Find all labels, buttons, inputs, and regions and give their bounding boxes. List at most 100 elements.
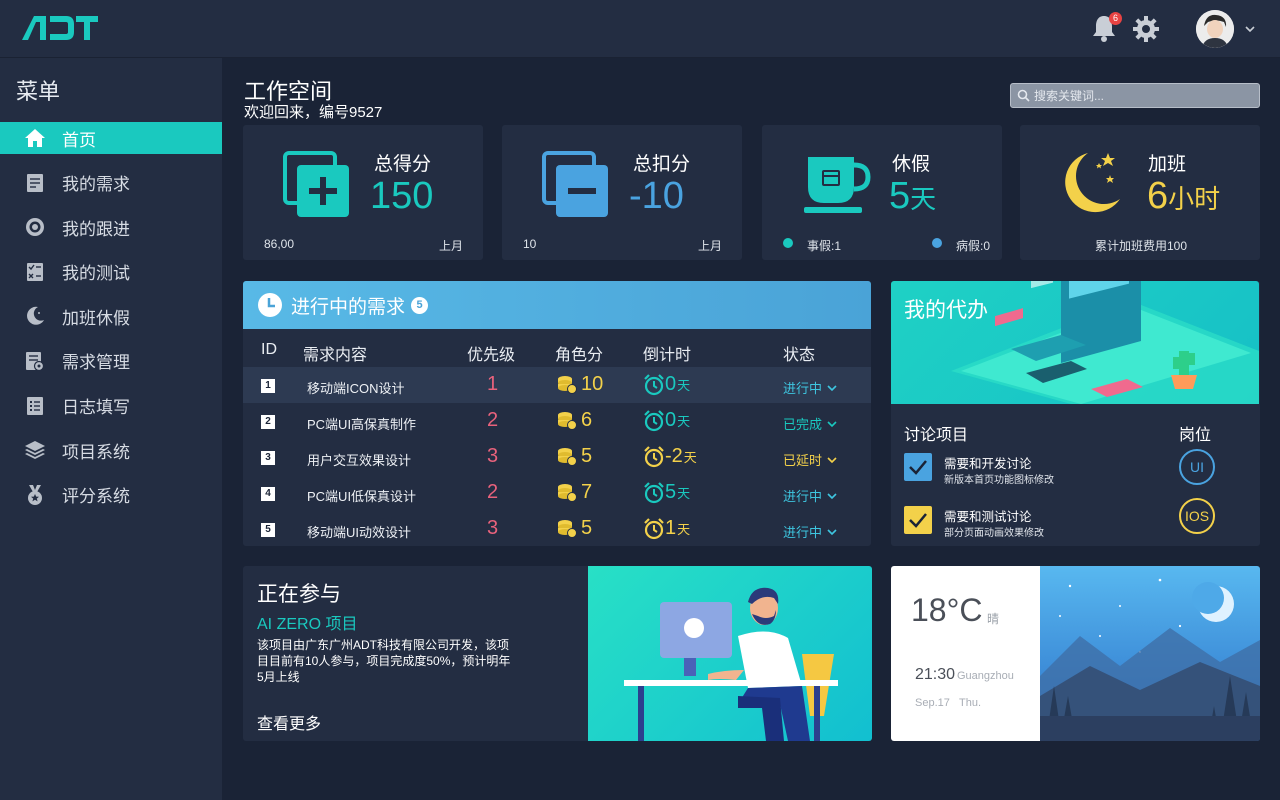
priority-value: 2 (487, 409, 499, 431)
todo-checkbox[interactable] (904, 506, 932, 534)
sidebar-item-my-requirements[interactable]: 我的需求 (0, 167, 222, 199)
requirement-name: PC端UI低保真设计 (307, 489, 417, 504)
status-dropdown[interactable]: 已完成 (783, 414, 838, 433)
search-box[interactable] (1010, 83, 1260, 108)
sidebar-item-home[interactable]: 首页 (0, 122, 222, 154)
alarm-clock-icon (644, 517, 664, 539)
todo-item-title: 需要和开发讨论 (944, 457, 1032, 471)
table-row[interactable]: 2 PC端UI高保真制作 2 6 0 天 已完成 (243, 403, 871, 439)
countdown: -2 天 (643, 445, 697, 468)
todo-checkbox[interactable] (904, 453, 932, 481)
countdown-value: 1 (665, 517, 677, 539)
alarm-clock-icon (644, 481, 664, 503)
stat-foot-right: 上月 (439, 239, 464, 253)
moon-icon (24, 305, 46, 327)
status-dropdown[interactable]: 进行中 (783, 522, 838, 541)
position-label: 岗位 (1179, 427, 1212, 444)
sidebar-item-label: 我的跟进 (62, 219, 130, 239)
search-input[interactable] (1034, 88, 1244, 103)
sidebar-item-label: 我的测试 (62, 264, 130, 284)
sidebar-item-label: 评分系统 (62, 487, 130, 507)
alarm-clock-icon (644, 373, 664, 395)
status-label: 进行中 (783, 489, 823, 504)
sidebar-item-log-entry[interactable]: 日志填写 (0, 390, 222, 422)
row-id: 1 (261, 379, 275, 393)
current-date: Sep.17 (915, 697, 950, 709)
overtime-hours: 6 (1147, 175, 1169, 217)
stat-value: -10 (629, 175, 684, 217)
sidebar-item-requirement-management[interactable]: 需求管理 (0, 345, 222, 377)
sidebar-item-rating-system[interactable]: 评分系统 (0, 479, 222, 511)
sidebar-item-label: 我的需求 (62, 175, 130, 195)
leave-card[interactable]: 休假 5天 事假:1 病假:0 (762, 125, 1002, 260)
settings-gear-icon[interactable] (1132, 15, 1160, 43)
table-row[interactable]: 3 用户交互效果设计 3 5 -2 天 已延时 (243, 439, 871, 475)
personal-leave: 事假:1 (807, 239, 842, 253)
todo-item[interactable]: 需要和开发讨论 新版本首页功能图标修改 (904, 453, 1174, 489)
chevron-down-icon (827, 420, 837, 427)
chevron-down-icon[interactable] (1244, 23, 1256, 35)
alarm-clock-icon (644, 445, 664, 467)
user-avatar[interactable] (1196, 10, 1234, 48)
participating-title: 正在参与 (257, 583, 341, 606)
priority-value: 3 (487, 517, 499, 539)
countdown-value: 5 (665, 481, 677, 503)
countdown: 0天 (643, 409, 690, 432)
priority-value: 2 (487, 481, 499, 503)
home-icon (24, 127, 46, 149)
target-icon (24, 216, 46, 238)
sidebar-item-overtime-leave[interactable]: 加班休假 (0, 300, 222, 332)
status-dropdown[interactable]: 进行中 (783, 486, 838, 505)
leave-days: 5 (889, 175, 911, 217)
total-score-card[interactable]: 总得分 150 86,00 上月 (243, 125, 483, 260)
deduction-card[interactable]: 总扣分 -10 10 上月 (502, 125, 742, 260)
todo-item-subtitle: 新版本首页功能图标修改 (944, 475, 1054, 486)
add-square-icon (283, 151, 349, 217)
countdown: 1天 (643, 517, 690, 540)
row-id: 5 (261, 523, 275, 537)
coin-stack-icon (558, 375, 577, 394)
countdown-value: 0 (665, 373, 677, 395)
stat-label: 总扣分 (633, 154, 691, 175)
requirement-name: 移动端UI动效设计 (307, 525, 412, 540)
adt-logo[interactable] (20, 12, 98, 44)
todo-item[interactable]: 需要和测试讨论 部分页面动画效果修改 (904, 506, 1174, 542)
role-score: 5 (557, 517, 592, 540)
weather-info: 18°C 晴 21:30 Guangzhou Sep.17 Thu. (891, 566, 1040, 741)
layers-icon (24, 439, 46, 461)
todo-item-title: 需要和测试讨论 (944, 510, 1032, 524)
overtime-card[interactable]: 加班 6小时 累计加班费用100 (1020, 125, 1260, 260)
coin-stack-icon (558, 411, 577, 430)
sick-leave-dot (932, 238, 942, 248)
view-more-link[interactable]: 查看更多 (257, 710, 321, 734)
sidebar-item-my-tests[interactable]: 我的测试 (0, 256, 222, 288)
col-header-countdown: 倒计时 (643, 347, 692, 364)
role-score: 5 (557, 445, 592, 468)
discussion-label: 讨论项目 (904, 427, 969, 444)
sidebar-item-my-followups[interactable]: 我的跟进 (0, 211, 222, 243)
stat-label: 休假 (892, 154, 931, 175)
role-score-value: 6 (581, 409, 593, 431)
sidebar-item-project-system[interactable]: 项目系统 (0, 434, 222, 466)
weekday: Thu. (959, 697, 982, 709)
table-row[interactable]: 5 移动端UI动效设计 3 5 1 天 进行中 (243, 511, 871, 547)
clock-icon (258, 293, 282, 317)
countdown-unit: 天 (683, 450, 697, 465)
status-label: 已延时 (783, 453, 823, 468)
status-dropdown[interactable]: 已延时 (783, 450, 838, 469)
role-score: 6 (557, 409, 592, 432)
weather-condition: 晴 (987, 612, 1000, 626)
list-icon (24, 395, 46, 417)
table-row[interactable]: 1 移动端ICON设计 1 10 0 天 进行中 (243, 367, 871, 403)
project-name[interactable]: AI ZERO 项目 (257, 610, 357, 634)
col-header-id: ID (261, 341, 277, 358)
table-row[interactable]: 4 PC端UI低保真设计 2 7 5 天 进行中 (243, 475, 871, 511)
notification-bell-icon[interactable]: 6 (1092, 12, 1122, 44)
coin-stack-icon (558, 447, 577, 466)
coin-stack-icon (558, 483, 577, 502)
status-dropdown[interactable]: 进行中 (783, 378, 838, 397)
chevron-down-icon (827, 384, 837, 391)
role-badge-ios[interactable]: IOS (1179, 498, 1215, 534)
role-badge-ui[interactable]: UI (1179, 449, 1215, 485)
search-icon (1017, 89, 1030, 102)
